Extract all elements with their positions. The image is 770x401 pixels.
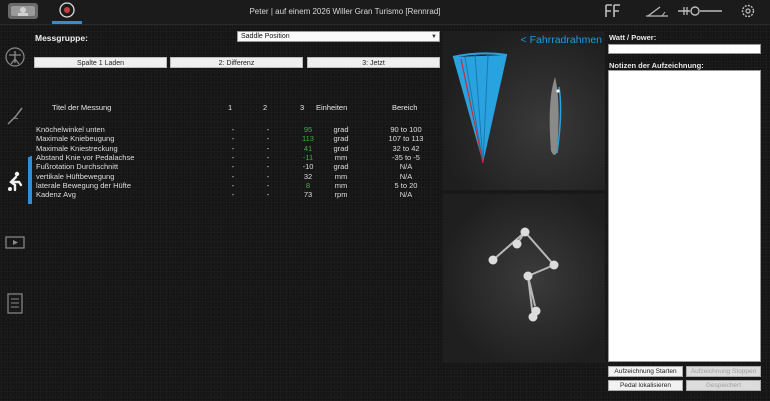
cell-name: Fußrotation Durchschnitt <box>36 162 119 172</box>
cell-c1: - <box>231 180 235 190</box>
measurement-group-label: Messgruppe: <box>35 33 88 43</box>
cell-range: -35 to -5 <box>392 152 420 162</box>
header-title: Titel der Messung <box>52 103 112 112</box>
header-col-2: 2 <box>263 103 268 112</box>
cell-range: N/A <box>399 162 413 172</box>
cell-name: Maximale Kniebeugung <box>36 134 115 144</box>
cell-c1: - <box>231 162 235 172</box>
header-col-3: 3 <box>300 103 305 112</box>
cell-c2: - <box>266 152 270 162</box>
cell-name: Abstand Knie vor Pedalachse <box>36 152 135 162</box>
cell-unit: mm <box>334 152 348 162</box>
now-button[interactable]: 3: Jetzt <box>307 57 440 68</box>
cell-range: 32 to 42 <box>392 143 420 153</box>
cell-name: vertikale Hüftbewegung <box>36 171 115 181</box>
cell-range: N/A <box>399 171 413 181</box>
cell-c3: 95 <box>303 125 313 134</box>
cell-unit: grad <box>333 162 349 172</box>
cell-c2: - <box>266 143 270 153</box>
adjust-slider-icon[interactable] <box>676 3 726 19</box>
watt-label: Watt / Power: <box>609 33 657 42</box>
active-tab-indicator <box>52 21 82 24</box>
cell-name: Maximale Kniestreckung <box>36 143 118 153</box>
notes-textarea[interactable] <box>608 70 761 362</box>
cell-c1: - <box>231 143 235 153</box>
skeleton-panel <box>443 194 605 363</box>
notes-label: Notizen der Aufzeichnung: <box>609 61 704 70</box>
cell-c1: - <box>231 190 235 200</box>
cell-c2: - <box>266 180 270 190</box>
cell-range: 107 to 113 <box>388 134 424 144</box>
cell-name: Kadenz Avg <box>36 190 76 200</box>
body-skeleton <box>488 227 559 322</box>
cell-c2: - <box>266 134 270 144</box>
cell-unit: rpm <box>334 190 348 200</box>
cell-c2: - <box>266 162 270 172</box>
cell-c1: - <box>231 171 235 181</box>
measurement-group-select[interactable]: Saddle Position ▼ <box>237 31 440 42</box>
cell-c2: - <box>266 190 270 200</box>
report-icon[interactable] <box>4 292 26 314</box>
window-title: Peter | auf einem 2026 Willer Gran Turis… <box>249 7 441 16</box>
body-icon[interactable] <box>4 46 26 68</box>
cell-name: laterale Bewegung der Hüfte <box>36 180 132 190</box>
header-range: Bereich <box>392 103 418 112</box>
cell-unit: grad <box>333 125 349 134</box>
start-recording-button[interactable]: Aufzeichnung Starten <box>608 366 683 377</box>
cell-name: Knöchelwinkel unten <box>36 125 105 134</box>
cyclist-icon[interactable] <box>4 170 26 192</box>
angle-tool-icon[interactable] <box>644 4 670 18</box>
cell-c2: - <box>266 171 270 181</box>
cell-range: 90 to 100 <box>390 125 422 134</box>
profile-icon[interactable] <box>8 3 38 19</box>
top-bar: Peter | auf einem 2026 Willer Gran Turis… <box>0 0 770 25</box>
fit-logo-icon[interactable] <box>604 3 624 19</box>
cell-unit: mm <box>334 171 348 181</box>
header-units: Einheiten <box>316 103 348 112</box>
knee-angle-fan <box>452 52 562 164</box>
cell-c3: 32 <box>303 171 313 181</box>
stop-recording-button[interactable]: Aufzeichnung Stoppen <box>686 366 761 377</box>
cell-unit: mm <box>334 180 348 190</box>
cell-range: 5 to 20 <box>394 180 418 190</box>
row-group-indicator <box>30 156 32 204</box>
difference-button[interactable]: 2: Differenz <box>170 57 303 68</box>
cell-c3: 41 <box>303 143 313 153</box>
chevron-down-icon: ▼ <box>431 34 437 40</box>
cell-c3: -10 <box>302 162 314 172</box>
video-icon[interactable] <box>4 233 26 255</box>
cell-c3: -11 <box>302 152 314 162</box>
measurement-group-value: Saddle Position <box>241 33 290 40</box>
bike-icon[interactable] <box>52 0 82 22</box>
cell-unit: grad <box>333 143 349 153</box>
cell-c2: - <box>266 125 270 134</box>
cell-c1: - <box>231 125 235 134</box>
cell-unit: grad <box>333 134 349 144</box>
saved-button[interactable]: Gespeichert <box>686 380 761 391</box>
load-column-1-button[interactable]: Spalte 1 Laden <box>34 57 167 68</box>
foot-shape <box>549 77 559 155</box>
cell-c3: 73 <box>303 190 313 200</box>
cell-c1: - <box>231 152 235 162</box>
header-col-1: 1 <box>228 103 233 112</box>
leg-angle-icon[interactable] <box>4 104 26 126</box>
cell-c3: 8 <box>305 180 311 190</box>
cell-c3: 113 <box>302 134 314 144</box>
cell-c1: - <box>231 134 235 144</box>
watt-input[interactable] <box>608 44 761 54</box>
locate-pedal-button[interactable]: Pedal lokalisieren <box>608 380 683 391</box>
settings-icon[interactable] <box>740 3 756 19</box>
bike-frame-panel: < Fahrradrahmen <box>443 31 605 190</box>
cell-range: N/A <box>399 190 413 200</box>
